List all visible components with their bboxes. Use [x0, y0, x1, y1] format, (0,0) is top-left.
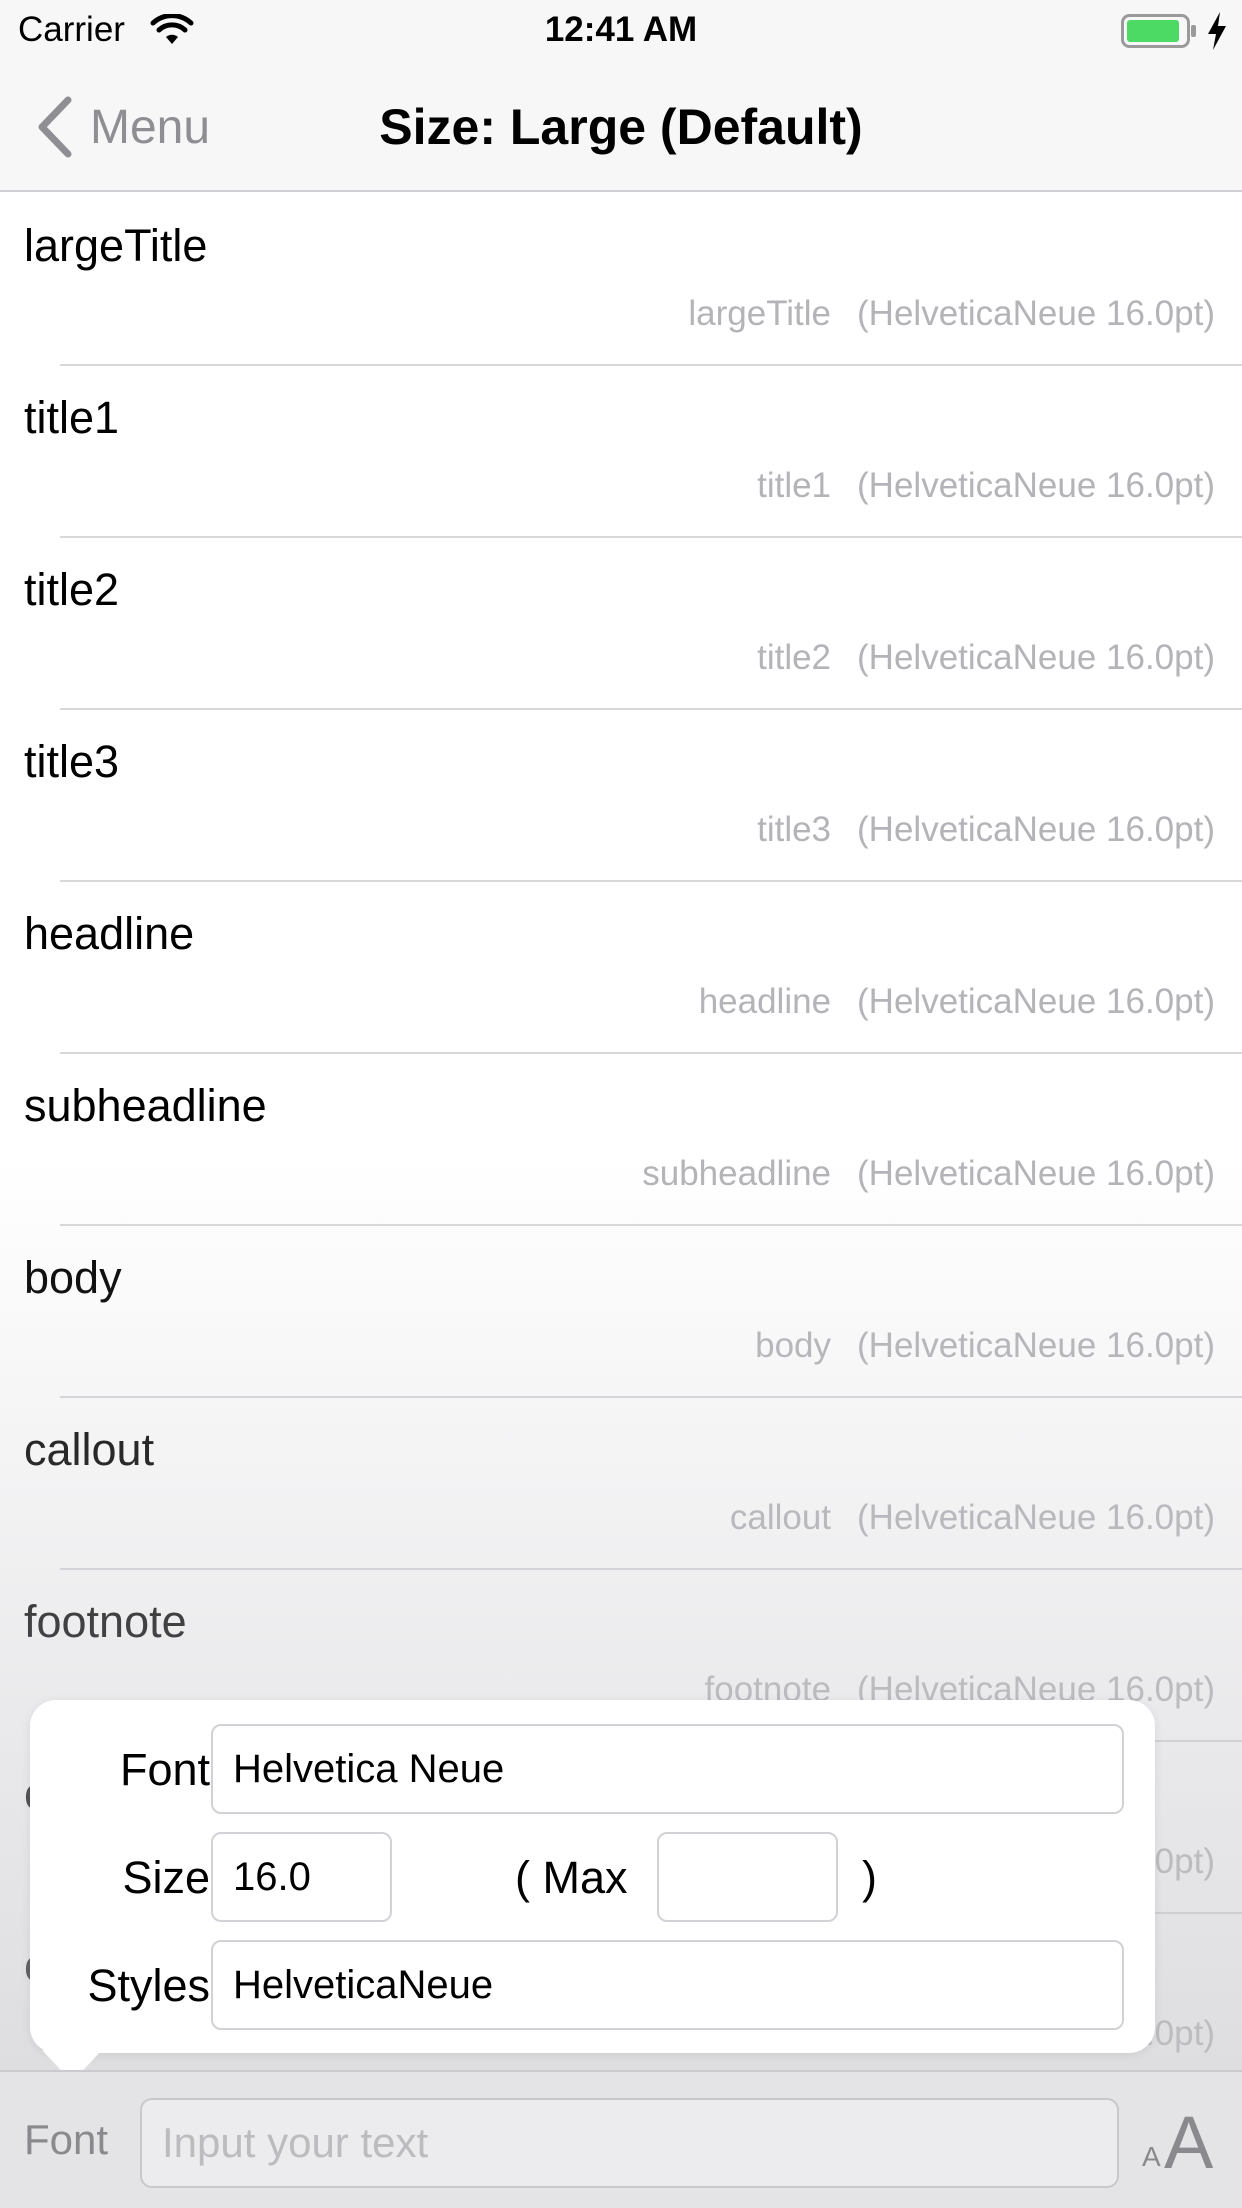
- row-font-info: (HelveticaNeue 16.0pt): [857, 638, 1215, 677]
- max-size-field[interactable]: [657, 1832, 838, 1922]
- row-style-name: callout: [729, 1498, 832, 1537]
- row-detail: title3 (HelveticaNeue 16.0pt): [757, 810, 1215, 850]
- row-title: headline: [24, 908, 195, 959]
- row-detail: body (HelveticaNeue 16.0pt): [755, 1326, 1215, 1366]
- text-input[interactable]: [140, 2098, 1119, 2188]
- row-title: title2: [24, 564, 120, 615]
- row-detail: headline (HelveticaNeue 16.0pt): [699, 982, 1215, 1022]
- row-detail: largeTitle (HelveticaNeue 16.0pt): [688, 294, 1215, 334]
- svg-text:A: A: [1164, 2101, 1214, 2180]
- text-size-icon[interactable]: A A: [1140, 2100, 1220, 2180]
- row-detail: title1 (HelveticaNeue 16.0pt): [757, 466, 1215, 506]
- svg-text:A: A: [1142, 2141, 1161, 2172]
- row-title: callout: [24, 1424, 155, 1475]
- row-font-info: (HelveticaNeue 16.0pt): [857, 1154, 1215, 1193]
- row-font-info: (HelveticaNeue 16.0pt): [857, 294, 1215, 333]
- row-detail: subheadline (HelveticaNeue 16.0pt): [642, 1154, 1215, 1194]
- font-button[interactable]: Font: [24, 2116, 108, 2164]
- font-settings-popover: Font Helvetica Neue Size 16.0 ( Max ) St…: [30, 1700, 1155, 2053]
- list-item-callout[interactable]: callout callout (HelveticaNeue 16.0pt): [0, 1398, 1242, 1570]
- list-item-title3[interactable]: title3 title3 (HelveticaNeue 16.0pt): [0, 710, 1242, 882]
- row-font-info: (HelveticaNeue 16.0pt): [857, 810, 1215, 849]
- row-title: largeTitle: [24, 220, 208, 271]
- row-title: subheadline: [24, 1080, 267, 1131]
- row-style-name: headline: [698, 982, 832, 1021]
- row-style-name: body: [755, 1326, 832, 1365]
- font-label: Font: [119, 1744, 210, 1795]
- row-font-info: (HelveticaNeue 16.0pt): [857, 1498, 1215, 1537]
- styles-field[interactable]: HelveticaNeue: [211, 1940, 1124, 2030]
- navigation-bar: Menu Size: Large (Default): [0, 60, 1242, 192]
- row-title: body: [24, 1252, 122, 1303]
- row-detail: callout (HelveticaNeue 16.0pt): [730, 1498, 1215, 1538]
- size-label: Size: [122, 1852, 210, 1903]
- list-item-title1[interactable]: title1 title1 (HelveticaNeue 16.0pt): [0, 366, 1242, 538]
- row-style-name: largeTitle: [688, 294, 832, 333]
- list-item-subheadline[interactable]: subheadline subheadline (HelveticaNeue 16…: [0, 1054, 1242, 1226]
- max-open-label: ( Max: [515, 1852, 628, 1903]
- clock: 12:41 AM: [544, 10, 698, 49]
- styles-label: Styles: [87, 1960, 210, 2011]
- row-style-name: title3: [757, 810, 832, 849]
- list-item-largetitle[interactable]: largeTitle largeTitle (HelveticaNeue 16.0…: [0, 194, 1242, 366]
- list-item-headline[interactable]: headline headline (HelveticaNeue 16.0pt): [0, 882, 1242, 1054]
- row-font-info: (HelveticaNeue 16.0pt): [857, 1326, 1215, 1365]
- bottom-toolbar: Font A A: [0, 2070, 1242, 2208]
- row-font-info: (HelveticaNeue 16.0pt): [857, 466, 1215, 505]
- page-title: Size: Large (Default): [379, 99, 863, 155]
- row-title: title1: [24, 392, 120, 443]
- row-detail: title2 (HelveticaNeue 16.0pt): [757, 638, 1215, 678]
- list-item-title2[interactable]: title2 title2 (HelveticaNeue 16.0pt): [0, 538, 1242, 710]
- row-style-name: title2: [757, 638, 832, 677]
- row-style-name: title1: [757, 466, 832, 505]
- battery-icon: [1121, 14, 1196, 48]
- status-bar: Carrier 12:41 AM: [0, 0, 1242, 60]
- list-item-body[interactable]: body body (HelveticaNeue 16.0pt): [0, 1226, 1242, 1398]
- charging-bolt-icon: [1208, 12, 1226, 50]
- row-title: footnote: [24, 1596, 187, 1647]
- max-close-label: ): [862, 1852, 877, 1903]
- size-field[interactable]: 16.0: [211, 1832, 392, 1922]
- font-name-field[interactable]: Helvetica Neue: [211, 1724, 1124, 1814]
- row-font-info: (HelveticaNeue 16.0pt): [857, 982, 1215, 1021]
- row-title: title3: [24, 736, 120, 787]
- row-style-name: subheadline: [642, 1154, 832, 1193]
